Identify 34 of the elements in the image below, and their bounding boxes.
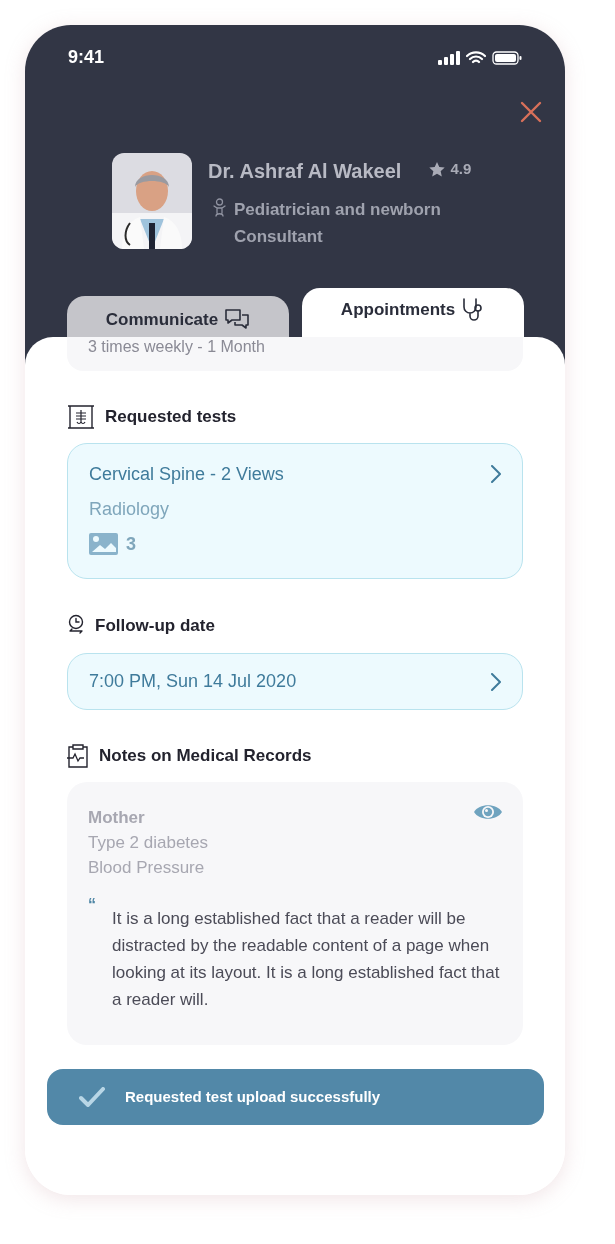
test-title: Cervical Spine - 2 Views bbox=[89, 462, 284, 486]
section-heading: Notes on Medical Records bbox=[99, 745, 312, 767]
note-text: It is a long established fact that a reader will be distracted by the readable content of a page when looking at its layout. It is a long established fact that a reader will. bbox=[112, 907, 500, 1011]
clipboard-icon bbox=[67, 743, 89, 768]
x-ray-icon bbox=[67, 404, 95, 429]
toast-message: Requested test upload successfully bbox=[125, 1086, 381, 1107]
test-card[interactable]: Cervical Spine - 2 Views Radiology 3 bbox=[67, 442, 523, 579]
test-category: Radiology bbox=[89, 497, 170, 521]
checkmark-icon bbox=[79, 1087, 105, 1107]
quote-mark: “ bbox=[88, 896, 97, 915]
section-heading: Follow-up date bbox=[95, 614, 215, 637]
chevron-right-icon bbox=[491, 672, 501, 691]
star-icon bbox=[429, 161, 446, 177]
image-count: 3 bbox=[126, 532, 136, 556]
rating: 4.9 bbox=[450, 158, 472, 179]
doctor-name: Dr. Ashraf Al Wakeel bbox=[208, 159, 402, 184]
section-heading: Requested tests bbox=[105, 406, 237, 428]
signal-icon bbox=[438, 50, 460, 65]
condition: Type 2 diabetes bbox=[88, 831, 210, 854]
chevron-right-icon bbox=[491, 464, 501, 483]
prescription-duration: 3 times weekly - 1 Month bbox=[88, 337, 265, 357]
follow-up-date-field[interactable]: 7:00 PM, Sun 14 Jul 2020 bbox=[67, 653, 523, 710]
specialty: Pediatrician and newborn Consultant bbox=[234, 199, 442, 248]
tab[interactable]: Appointments bbox=[302, 288, 524, 337]
tab[interactable]: Communicate bbox=[67, 296, 289, 337]
relation: Mother bbox=[88, 806, 145, 829]
battery-icon bbox=[492, 50, 522, 65]
close-icon[interactable] bbox=[520, 101, 542, 123]
image-icon bbox=[89, 533, 118, 555]
chat-bubbles-icon bbox=[224, 307, 251, 332]
baby-icon bbox=[212, 198, 227, 218]
wifi-icon bbox=[466, 50, 486, 65]
status-time: 9:41 bbox=[68, 46, 105, 69]
condition: Blood Pressure bbox=[88, 856, 206, 879]
